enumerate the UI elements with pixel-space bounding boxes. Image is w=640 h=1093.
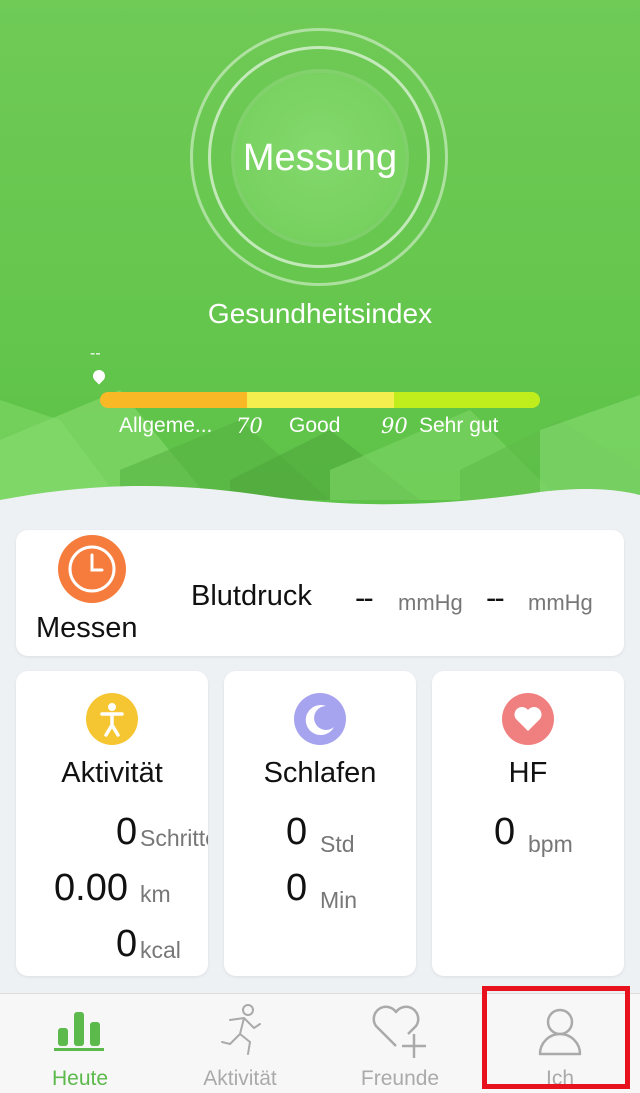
tab-activity[interactable]: Aktivität bbox=[160, 994, 320, 1093]
sleep-minutes-unit: Min bbox=[320, 887, 358, 913]
health-index-title: Gesundheitsindex bbox=[207, 298, 433, 329]
heart-icon bbox=[502, 693, 554, 745]
tab-friends-label: Freunde bbox=[360, 1067, 440, 1090]
calories-unit: kcal bbox=[140, 937, 181, 963]
heart-rate-value: 0 bbox=[494, 811, 516, 853]
calories-value: 0 bbox=[116, 923, 138, 965]
selection-highlight bbox=[482, 986, 630, 1089]
sleep-card[interactable]: Schlafen 0 Std 0 Min bbox=[224, 671, 416, 976]
steps-unit: Schritte bbox=[140, 825, 208, 851]
systolic-value: -- bbox=[355, 580, 374, 615]
sleep-hours-unit: Std bbox=[320, 831, 355, 857]
threshold-90: 90 bbox=[381, 414, 408, 438]
measure-label: Messung bbox=[242, 136, 398, 179]
heart-rate-title: HF bbox=[508, 757, 548, 789]
sleep-title: Schlafen bbox=[263, 757, 377, 789]
bar-chart-icon bbox=[54, 1012, 104, 1051]
sleep-hours-value: 0 bbox=[286, 811, 308, 853]
tab-today-label: Heute bbox=[51, 1067, 109, 1090]
clock-icon[interactable] bbox=[58, 535, 126, 603]
bar-segment-good bbox=[247, 392, 394, 408]
person-activity-icon bbox=[86, 693, 138, 745]
measure-widget: Messung bbox=[190, 28, 450, 288]
health-index-value: -- bbox=[90, 345, 101, 362]
bar-segment-general bbox=[100, 392, 247, 408]
threshold-70: 70 bbox=[236, 414, 263, 438]
label-good: Good bbox=[289, 414, 341, 437]
health-index-bar bbox=[100, 392, 540, 408]
measure-button[interactable]: Messung bbox=[235, 73, 405, 243]
heart-rate-unit: bpm bbox=[528, 831, 573, 857]
heart-rate-card[interactable]: HF 0 bpm bbox=[432, 671, 624, 976]
sleep-minutes-value: 0 bbox=[286, 867, 308, 909]
tab-friends[interactable]: Freunde bbox=[320, 994, 480, 1093]
tab-activity-label: Aktivität bbox=[203, 1067, 277, 1090]
diastolic-value: -- bbox=[486, 580, 505, 615]
blood-pressure-label: Blutdruck bbox=[191, 580, 312, 612]
moon-icon bbox=[294, 693, 346, 745]
bar-segment-very-good bbox=[394, 392, 540, 408]
steps-value: 0 bbox=[116, 811, 138, 853]
activity-card[interactable]: Aktivität 0 Schritte 0.00 km 0 kcal bbox=[16, 671, 208, 976]
label-very-good: Sehr gut bbox=[419, 414, 499, 437]
heart-plus-icon bbox=[372, 1005, 426, 1058]
distance-unit: km bbox=[140, 881, 171, 907]
distance-value: 0.00 bbox=[54, 867, 128, 909]
label-general: Allgeme... bbox=[119, 414, 213, 437]
hero-panel: Messung Gesundheitsindex -- Allgeme... 7… bbox=[0, 0, 640, 520]
diastolic-unit: mmHg bbox=[528, 590, 593, 615]
measure-now-label[interactable]: Messen bbox=[36, 612, 138, 645]
running-icon bbox=[221, 1004, 261, 1055]
activity-title: Aktivität bbox=[61, 757, 163, 789]
tab-today[interactable]: Heute bbox=[0, 994, 160, 1093]
systolic-unit: mmHg bbox=[398, 590, 463, 615]
